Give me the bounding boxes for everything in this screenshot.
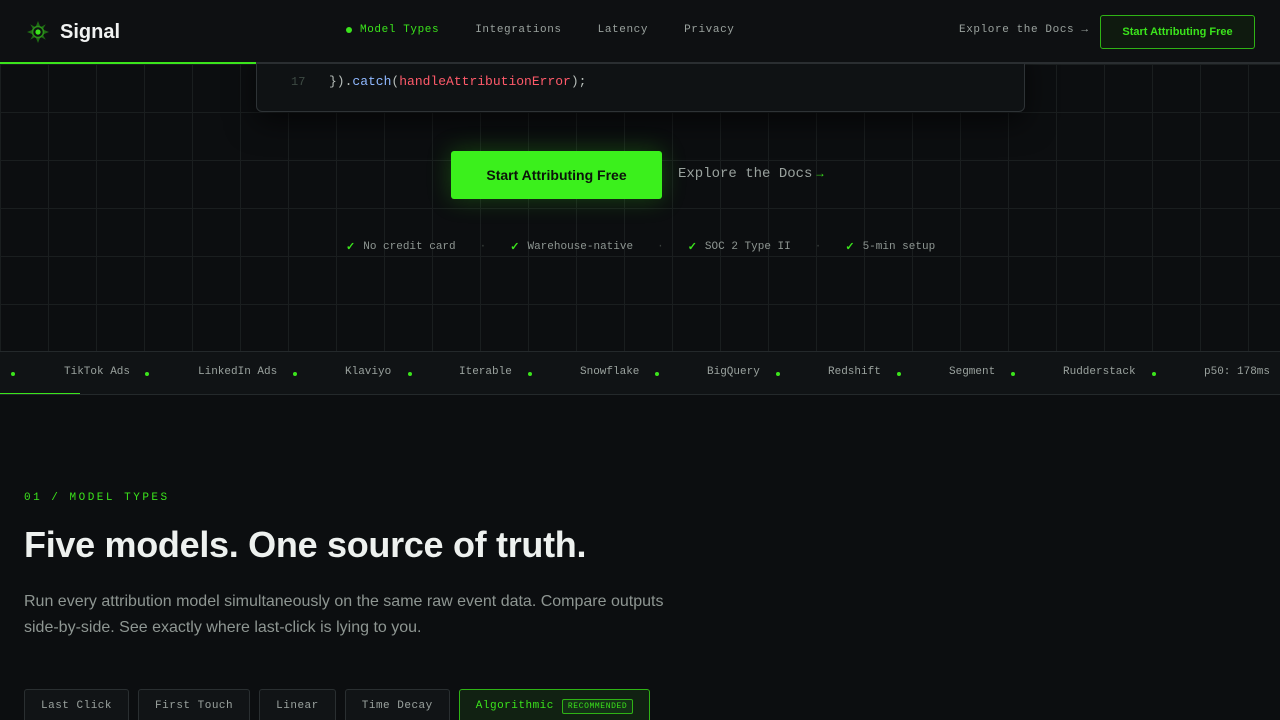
code-line: 17}).catch(handleAttributionError); (291, 74, 586, 89)
tab-first-touch[interactable]: First Touch (138, 689, 251, 720)
ticker-dot-icon (897, 372, 901, 376)
check-icon: ✓ (346, 242, 356, 254)
trust-separator: · (814, 241, 822, 253)
ticker-item: Redshift (828, 366, 881, 378)
nav-start-free-button[interactable]: Start Attributing Free (1100, 15, 1255, 49)
nav-link-privacy[interactable]: Privacy (684, 24, 734, 36)
tab-label: Last Click (41, 700, 113, 712)
nav-link-label: Latency (597, 24, 649, 36)
scroll-progress-bar (0, 62, 256, 64)
code-line-number: 17 (291, 75, 306, 89)
trust-item-label: No credit card (363, 241, 456, 253)
nav-links: Model Types Integrations Latency Privacy (346, 24, 770, 36)
tab-label: Time Decay (361, 700, 433, 712)
trust-item-label: Warehouse-native (527, 241, 634, 253)
trust-item-label: SOC 2 Type II (704, 241, 791, 253)
hero-docs-label: Explore the Docs (678, 166, 813, 182)
tab-last-click[interactable]: Last Click (24, 689, 130, 720)
code-snippet-card: 17}).catch(handleAttributionError); (256, 64, 1025, 112)
ticker-dot-icon (293, 372, 297, 376)
ticker-item: LinkedIn Ads (198, 366, 278, 378)
hero-section: 17}).catch(handleAttributionError); Star… (0, 64, 1280, 351)
active-dot-icon (346, 27, 352, 33)
ticker-dot-icon (528, 372, 532, 376)
tab-label: Algorithmic (475, 700, 554, 712)
ticker-dot-icon (776, 372, 780, 376)
hero-start-free-button[interactable]: Start Attributing Free (451, 151, 662, 199)
trust-badges: ✓ No credit card · ✓ Warehouse-native · … (346, 240, 935, 254)
ticker-dot-icon (1011, 372, 1015, 376)
trust-item: ✓ 5-min setup (845, 240, 935, 254)
tab-label: Linear (276, 700, 319, 712)
brand-name: Signal (60, 20, 121, 43)
check-icon: ✓ (510, 242, 520, 254)
code-token: ); (570, 74, 587, 89)
nav-link-label: Model Types (360, 24, 440, 36)
ticker-item: Klaviyo (345, 366, 392, 378)
ticker-item: Snowflake (580, 366, 640, 378)
brand[interactable]: Signal (26, 20, 120, 44)
trust-separator: · (657, 241, 664, 253)
nav-link-label: Integrations (475, 24, 562, 36)
code-token: }). (329, 74, 353, 89)
check-icon: ✓ (687, 242, 697, 254)
ticker-item: BigQuery (707, 366, 760, 378)
ticker-item: Segment (949, 366, 996, 378)
integrations-ticker: TikTok Ads LinkedIn Ads Klaviyo Iterable… (0, 351, 1280, 395)
tab-time-decay[interactable]: Time Decay (344, 689, 450, 720)
trust-separator: · (479, 241, 487, 253)
trust-item-label: 5-min setup (862, 241, 936, 253)
model-tabs: Last Click First Touch Linear Time Decay… (24, 689, 659, 720)
code-token-method: catch (352, 74, 392, 89)
hero-docs-link[interactable]: Explore the Docs → (678, 166, 824, 182)
trust-item: ✓ Warehouse-native (510, 240, 633, 254)
ticker-dot-icon (11, 372, 15, 376)
ticker-progress-bar (0, 393, 80, 394)
section-title: Five models. One source of truth. (24, 524, 587, 565)
ticker-dot-icon (145, 372, 149, 376)
nav-link-model-types[interactable]: Model Types (346, 24, 439, 36)
nav-link-label: Privacy (684, 24, 735, 36)
ticker-item: Iterable (459, 366, 512, 378)
check-icon: ✓ (845, 242, 855, 254)
nav-link-latency[interactable]: Latency (598, 24, 648, 36)
ticker-item: TikTok Ads (64, 366, 131, 378)
ticker-dot-icon (1152, 372, 1156, 376)
tab-linear[interactable]: Linear (259, 689, 336, 720)
code-token-function: handleAttributionError (399, 74, 571, 89)
trust-item: ✓ No credit card (346, 240, 456, 254)
nav-docs-link[interactable]: Explore the Docs → (959, 24, 1089, 36)
top-navigation: Signal Model Types Integrations Latency … (0, 0, 1280, 64)
tab-label: First Touch (155, 700, 234, 712)
section-eyebrow: 01 / MODEL TYPES (24, 492, 170, 504)
nav-link-integrations[interactable]: Integrations (475, 24, 561, 36)
ticker-dot-icon (655, 372, 659, 376)
tab-algorithmic[interactable]: Algorithmic RECOMMENDED (458, 689, 651, 720)
ticker-item: Rudderstack (1063, 366, 1136, 378)
ticker-dot-icon (408, 372, 412, 376)
signal-logo-icon (27, 21, 49, 43)
latency-readout: p50: 178ms (1204, 366, 1271, 378)
section-description: Run every attribution model simultaneous… (24, 593, 664, 636)
arrow-right-icon: → (816, 167, 824, 181)
recommended-badge: RECOMMENDED (561, 698, 634, 714)
trust-item: ✓ SOC 2 Type II (688, 240, 791, 254)
